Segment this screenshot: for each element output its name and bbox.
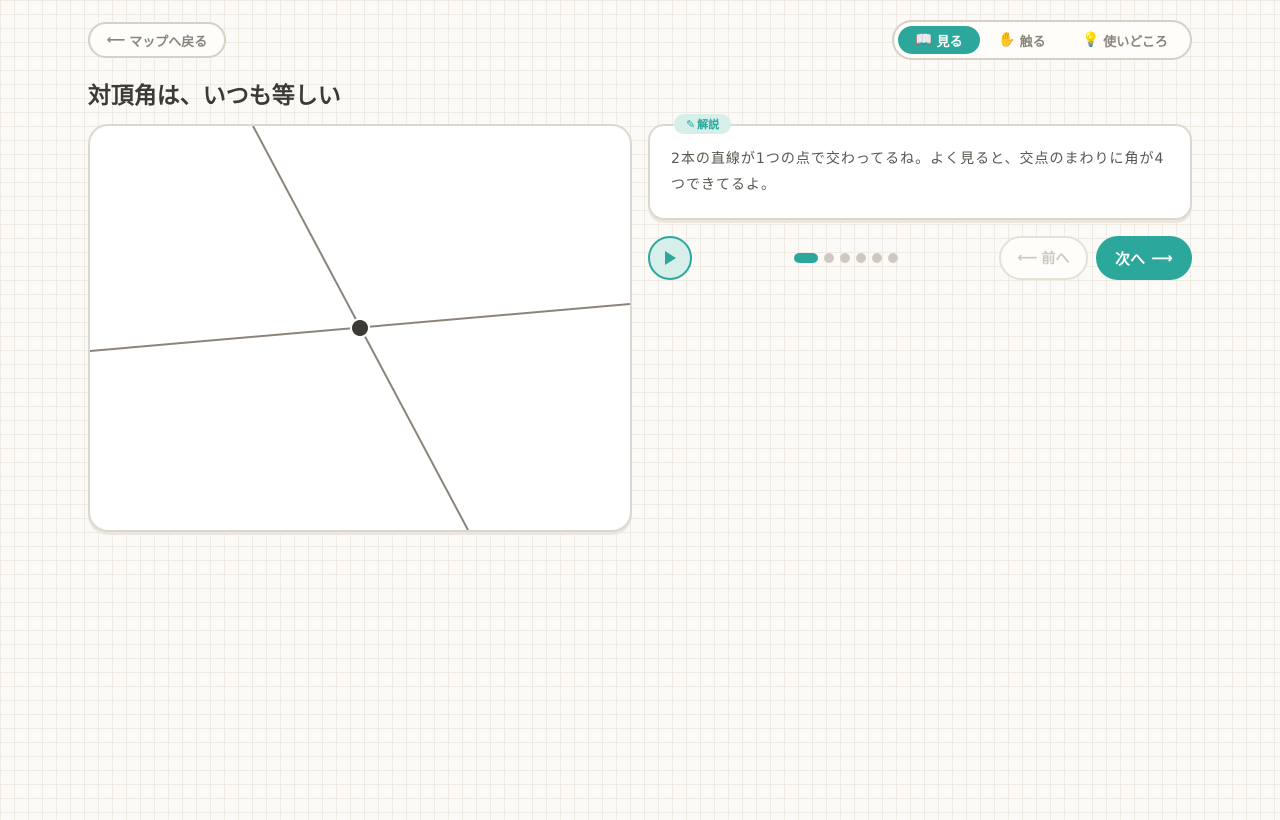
tab-usage-label: 使いどころ xyxy=(1103,34,1169,50)
prev-button-label: 前へ xyxy=(1041,251,1070,267)
next-button[interactable]: 次へ ⟶ xyxy=(1096,236,1192,280)
tab-touch-label: 触る xyxy=(1019,34,1046,50)
play-icon xyxy=(665,251,676,265)
tab-touch[interactable]: ✋ 触る xyxy=(982,26,1062,54)
tab-usage[interactable]: 💡 使いどころ xyxy=(1064,26,1186,54)
page-title: 対頂角は、いつも等しい xyxy=(88,83,341,109)
book-icon: 📖 xyxy=(915,32,933,48)
play-button[interactable] xyxy=(648,236,692,280)
step-dot[interactable] xyxy=(872,253,882,263)
step-dot[interactable] xyxy=(856,253,866,263)
intersection-point[interactable] xyxy=(350,318,370,338)
step-dot[interactable] xyxy=(824,253,834,263)
explanation-badge: ✎ 解説 xyxy=(674,114,732,134)
explanation-card: ✎ 解説 2本の直線が1つの点で交わってるね。よく見ると、交点のまわりに角が4つ… xyxy=(648,114,1192,220)
prev-button[interactable]: ⟵ 前へ xyxy=(999,236,1088,280)
back-to-map-button[interactable]: ⟵ マップへ戻る xyxy=(88,22,226,58)
pencil-icon: ✎ xyxy=(686,117,696,131)
left-arrow-icon: ⟵ xyxy=(1017,250,1038,266)
back-to-map-label: マップへ戻る xyxy=(129,34,208,50)
explanation-badge-label: 解説 xyxy=(697,118,720,131)
next-button-label: 次へ xyxy=(1115,249,1146,268)
hand-icon: ✋ xyxy=(998,32,1016,48)
step-dot[interactable] xyxy=(840,253,850,263)
step-dot[interactable] xyxy=(794,253,818,263)
diagram-canvas[interactable] xyxy=(88,124,632,532)
intersecting-lines-diagram xyxy=(90,126,630,530)
mode-tabs: 📖 見る ✋ 触る 💡 使いどころ xyxy=(892,20,1192,60)
step-dot[interactable] xyxy=(888,253,898,263)
right-arrow-icon: ⟶ xyxy=(1151,249,1173,267)
explanation-text: 2本の直線が1つの点で交わってるね。よく見ると、交点のまわりに角が4つできてるよ… xyxy=(671,151,1165,193)
left-arrow-icon: ⟵ xyxy=(106,32,126,48)
lightbulb-icon: 💡 xyxy=(1081,32,1100,48)
tab-look[interactable]: 📖 見る xyxy=(898,26,980,54)
step-indicator xyxy=(794,253,898,263)
tab-look-label: 見る xyxy=(936,34,963,50)
